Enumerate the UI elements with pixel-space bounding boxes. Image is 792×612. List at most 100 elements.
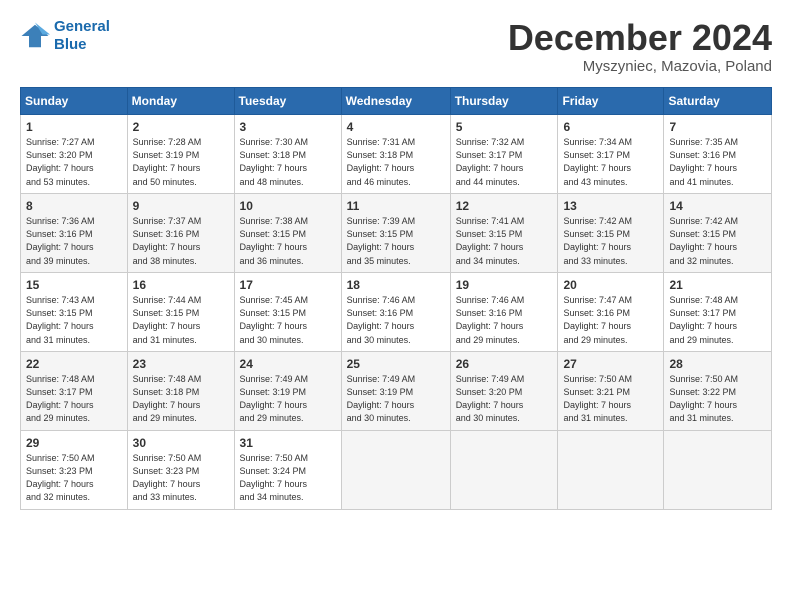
day-info: Sunrise: 7:48 AM Sunset: 3:17 PM Dayligh… (669, 294, 766, 346)
day-info: Sunrise: 7:41 AM Sunset: 3:15 PM Dayligh… (456, 215, 553, 267)
calendar-cell: 9Sunrise: 7:37 AM Sunset: 3:16 PM Daylig… (127, 193, 234, 272)
day-info: Sunrise: 7:37 AM Sunset: 3:16 PM Dayligh… (133, 215, 229, 267)
day-number: 20 (563, 277, 658, 294)
day-info: Sunrise: 7:50 AM Sunset: 3:24 PM Dayligh… (240, 452, 336, 504)
header-cell-wednesday: Wednesday (341, 87, 450, 114)
day-info: Sunrise: 7:28 AM Sunset: 3:19 PM Dayligh… (133, 136, 229, 188)
calendar-row-2: 15Sunrise: 7:43 AM Sunset: 3:15 PM Dayli… (21, 272, 772, 351)
day-number: 16 (133, 277, 229, 294)
day-number: 5 (456, 119, 553, 136)
calendar-cell: 19Sunrise: 7:46 AM Sunset: 3:16 PM Dayli… (450, 272, 558, 351)
calendar-cell: 7Sunrise: 7:35 AM Sunset: 3:16 PM Daylig… (664, 114, 772, 193)
day-info: Sunrise: 7:36 AM Sunset: 3:16 PM Dayligh… (26, 215, 122, 267)
calendar-row-0: 1Sunrise: 7:27 AM Sunset: 3:20 PM Daylig… (21, 114, 772, 193)
day-number: 12 (456, 198, 553, 215)
day-info: Sunrise: 7:38 AM Sunset: 3:15 PM Dayligh… (240, 215, 336, 267)
page: General Blue December 2024 Myszyniec, Ma… (0, 0, 792, 522)
calendar-cell: 3Sunrise: 7:30 AM Sunset: 3:18 PM Daylig… (234, 114, 341, 193)
day-info: Sunrise: 7:50 AM Sunset: 3:23 PM Dayligh… (133, 452, 229, 504)
calendar-cell: 22Sunrise: 7:48 AM Sunset: 3:17 PM Dayli… (21, 351, 128, 430)
calendar-cell: 21Sunrise: 7:48 AM Sunset: 3:17 PM Dayli… (664, 272, 772, 351)
day-info: Sunrise: 7:45 AM Sunset: 3:15 PM Dayligh… (240, 294, 336, 346)
calendar-cell: 25Sunrise: 7:49 AM Sunset: 3:19 PM Dayli… (341, 351, 450, 430)
header-cell-sunday: Sunday (21, 87, 128, 114)
day-number: 27 (563, 356, 658, 373)
calendar-cell: 29Sunrise: 7:50 AM Sunset: 3:23 PM Dayli… (21, 430, 128, 509)
header-cell-friday: Friday (558, 87, 664, 114)
day-info: Sunrise: 7:30 AM Sunset: 3:18 PM Dayligh… (240, 136, 336, 188)
day-info: Sunrise: 7:42 AM Sunset: 3:15 PM Dayligh… (669, 215, 766, 267)
calendar-cell (450, 430, 558, 509)
location: Myszyniec, Mazovia, Poland (508, 58, 772, 75)
day-info: Sunrise: 7:48 AM Sunset: 3:18 PM Dayligh… (133, 373, 229, 425)
day-number: 21 (669, 277, 766, 294)
calendar-table: SundayMondayTuesdayWednesdayThursdayFrid… (20, 87, 772, 510)
calendar-cell (664, 430, 772, 509)
day-number: 23 (133, 356, 229, 373)
day-number: 19 (456, 277, 553, 294)
day-info: Sunrise: 7:32 AM Sunset: 3:17 PM Dayligh… (456, 136, 553, 188)
calendar-cell: 16Sunrise: 7:44 AM Sunset: 3:15 PM Dayli… (127, 272, 234, 351)
calendar-cell: 30Sunrise: 7:50 AM Sunset: 3:23 PM Dayli… (127, 430, 234, 509)
header-cell-tuesday: Tuesday (234, 87, 341, 114)
logo: General Blue (20, 18, 110, 54)
day-info: Sunrise: 7:35 AM Sunset: 3:16 PM Dayligh… (669, 136, 766, 188)
calendar-cell: 10Sunrise: 7:38 AM Sunset: 3:15 PM Dayli… (234, 193, 341, 272)
calendar-cell: 26Sunrise: 7:49 AM Sunset: 3:20 PM Dayli… (450, 351, 558, 430)
header-cell-saturday: Saturday (664, 87, 772, 114)
day-number: 30 (133, 435, 229, 452)
day-info: Sunrise: 7:49 AM Sunset: 3:20 PM Dayligh… (456, 373, 553, 425)
calendar-cell: 28Sunrise: 7:50 AM Sunset: 3:22 PM Dayli… (664, 351, 772, 430)
day-info: Sunrise: 7:46 AM Sunset: 3:16 PM Dayligh… (456, 294, 553, 346)
day-info: Sunrise: 7:27 AM Sunset: 3:20 PM Dayligh… (26, 136, 122, 188)
calendar-cell: 15Sunrise: 7:43 AM Sunset: 3:15 PM Dayli… (21, 272, 128, 351)
day-number: 18 (347, 277, 445, 294)
day-number: 10 (240, 198, 336, 215)
calendar-cell: 12Sunrise: 7:41 AM Sunset: 3:15 PM Dayli… (450, 193, 558, 272)
day-number: 17 (240, 277, 336, 294)
day-info: Sunrise: 7:43 AM Sunset: 3:15 PM Dayligh… (26, 294, 122, 346)
calendar-row-4: 29Sunrise: 7:50 AM Sunset: 3:23 PM Dayli… (21, 430, 772, 509)
day-number: 1 (26, 119, 122, 136)
calendar-cell: 5Sunrise: 7:32 AM Sunset: 3:17 PM Daylig… (450, 114, 558, 193)
day-number: 25 (347, 356, 445, 373)
calendar-cell (558, 430, 664, 509)
calendar-cell: 31Sunrise: 7:50 AM Sunset: 3:24 PM Dayli… (234, 430, 341, 509)
day-number: 8 (26, 198, 122, 215)
calendar-cell: 8Sunrise: 7:36 AM Sunset: 3:16 PM Daylig… (21, 193, 128, 272)
calendar-cell: 23Sunrise: 7:48 AM Sunset: 3:18 PM Dayli… (127, 351, 234, 430)
day-number: 26 (456, 356, 553, 373)
title-block: December 2024 Myszyniec, Mazovia, Poland (508, 18, 772, 75)
day-number: 2 (133, 119, 229, 136)
calendar-cell: 2Sunrise: 7:28 AM Sunset: 3:19 PM Daylig… (127, 114, 234, 193)
calendar-cell: 27Sunrise: 7:50 AM Sunset: 3:21 PM Dayli… (558, 351, 664, 430)
day-number: 4 (347, 119, 445, 136)
calendar-cell: 1Sunrise: 7:27 AM Sunset: 3:20 PM Daylig… (21, 114, 128, 193)
day-number: 14 (669, 198, 766, 215)
day-info: Sunrise: 7:34 AM Sunset: 3:17 PM Dayligh… (563, 136, 658, 188)
calendar-cell: 20Sunrise: 7:47 AM Sunset: 3:16 PM Dayli… (558, 272, 664, 351)
calendar-cell: 13Sunrise: 7:42 AM Sunset: 3:15 PM Dayli… (558, 193, 664, 272)
calendar-cell: 11Sunrise: 7:39 AM Sunset: 3:15 PM Dayli… (341, 193, 450, 272)
day-info: Sunrise: 7:44 AM Sunset: 3:15 PM Dayligh… (133, 294, 229, 346)
calendar-cell (341, 430, 450, 509)
header-cell-monday: Monday (127, 87, 234, 114)
calendar-cell: 24Sunrise: 7:49 AM Sunset: 3:19 PM Dayli… (234, 351, 341, 430)
day-info: Sunrise: 7:46 AM Sunset: 3:16 PM Dayligh… (347, 294, 445, 346)
day-info: Sunrise: 7:49 AM Sunset: 3:19 PM Dayligh… (347, 373, 445, 425)
day-number: 13 (563, 198, 658, 215)
day-number: 11 (347, 198, 445, 215)
header-row: SundayMondayTuesdayWednesdayThursdayFrid… (21, 87, 772, 114)
calendar-cell: 6Sunrise: 7:34 AM Sunset: 3:17 PM Daylig… (558, 114, 664, 193)
header: General Blue December 2024 Myszyniec, Ma… (20, 18, 772, 75)
day-info: Sunrise: 7:50 AM Sunset: 3:21 PM Dayligh… (563, 373, 658, 425)
day-number: 7 (669, 119, 766, 136)
calendar-cell: 4Sunrise: 7:31 AM Sunset: 3:18 PM Daylig… (341, 114, 450, 193)
day-info: Sunrise: 7:48 AM Sunset: 3:17 PM Dayligh… (26, 373, 122, 425)
header-cell-thursday: Thursday (450, 87, 558, 114)
day-number: 3 (240, 119, 336, 136)
day-number: 31 (240, 435, 336, 452)
logo-text: General Blue (54, 18, 110, 54)
calendar-cell: 14Sunrise: 7:42 AM Sunset: 3:15 PM Dayli… (664, 193, 772, 272)
calendar-cell: 18Sunrise: 7:46 AM Sunset: 3:16 PM Dayli… (341, 272, 450, 351)
